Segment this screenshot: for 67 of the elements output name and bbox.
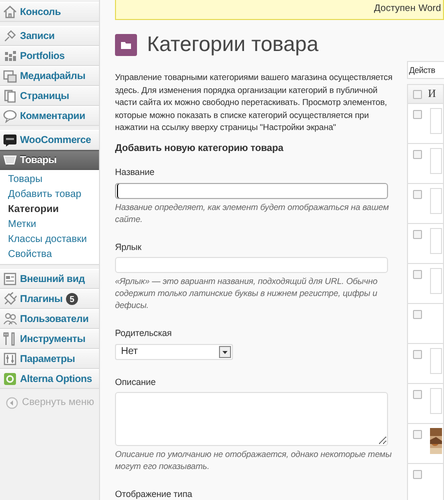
field-label: Родительская [115,327,173,340]
submenu-item[interactable]: Метки [8,217,99,232]
column-header: И [428,86,436,102]
pin-icon [3,29,17,43]
field-label: Описание [115,376,157,389]
row-checkbox[interactable] [413,110,422,120]
menu-item[interactable]: Portfolios [0,46,99,66]
field-hint: «Ярлык» — это вариант названия, подходящий для URL. Обычно содержит только латинские буквы в нижнем регистре, цифры и дефисы. [115,275,378,312]
collapse-icon [6,396,18,408]
row-checkbox[interactable] [413,150,422,160]
menu-item[interactable]: Инструменты [0,329,99,349]
menu-item[interactable]: Alterna Options [0,369,99,389]
field-label: Название [115,166,156,180]
tools-icon [3,332,17,346]
row-checkbox[interactable] [413,430,422,440]
submenu-item[interactable]: Свойства [8,247,99,262]
notice-text: Доступен [374,2,416,16]
menu-item[interactable]: WooCommerce [0,130,99,150]
settings-icon [3,352,17,366]
row-checkbox[interactable] [413,230,422,240]
page-title: Категории товара [147,32,318,58]
users-icon [3,312,17,326]
submenu-item[interactable]: Категории [8,202,99,217]
menu-item[interactable]: Медиафайлы [0,66,99,86]
row-checkbox[interactable] [413,190,422,200]
folder-icon [115,34,137,56]
plug-icon [3,292,17,306]
count-badge: 5 [66,293,78,305]
select-all-checkbox[interactable] [413,90,422,99]
dropdown-value: Нет [121,345,138,360]
row-checkbox[interactable] [413,350,422,360]
submenu-item[interactable]: Добавить товар [8,187,99,202]
description-text: Управление товарными категориями вашего магазина осуществляется здесь. Для изменения порядка организации категорий в публичной части сайта их можно свободно перетаскивать. Просмотр элементов, которые можно показать в списке категорий осуществляется при нажатии на ссылку вверху страницы "Настройки экрана" [115,71,393,134]
field-label: Ярлык [115,240,142,254]
text-field[interactable] [115,182,388,199]
row-checkbox[interactable] [413,390,422,400]
description-field[interactable] [115,392,388,446]
menu-item[interactable]: Комментарии [0,106,99,126]
row-checkbox[interactable] [413,310,422,320]
layout-icon [3,272,17,286]
menu-item[interactable]: Внешний вид [0,269,99,289]
grid-icon [3,49,17,63]
bulk-actions-dropdown[interactable]: Действ [407,61,444,80]
menu-item[interactable]: Страницы [0,86,99,106]
media-icon [3,69,17,83]
pages-icon [3,89,17,103]
menu-item[interactable]: Записи [0,26,99,46]
field-hint: Описание по умолчанию не отображается, однако некоторые темы могут его показывать. [115,448,393,472]
box-icon [3,153,17,167]
submenu-item[interactable]: Классы доставки [8,232,99,247]
field-hint: Название определяет, как элемент будет отображаться на вашем сайте. [115,200,390,225]
menu-item[interactable]: Консоль [0,2,99,22]
field-label: Отображение типа [115,488,194,500]
menu-item[interactable]: Пользователи [0,309,99,329]
form-title: Добавить новую категорию товара [115,142,284,156]
woo-logo-icon [3,133,17,147]
parent-dropdown[interactable]: Нет [115,344,233,360]
notice-link[interactable]: Word [418,2,441,17]
row-checkbox[interactable] [413,470,422,480]
menu-item[interactable]: Параметры [0,349,99,369]
comment-icon [3,109,17,123]
app-icon [3,372,17,386]
menu-item[interactable]: Товары [0,150,99,170]
home-icon [3,5,17,19]
submenu-item[interactable]: Товары [8,172,99,187]
menu-item[interactable]: Плагины 5 [0,289,99,309]
row-checkbox[interactable] [413,270,422,280]
